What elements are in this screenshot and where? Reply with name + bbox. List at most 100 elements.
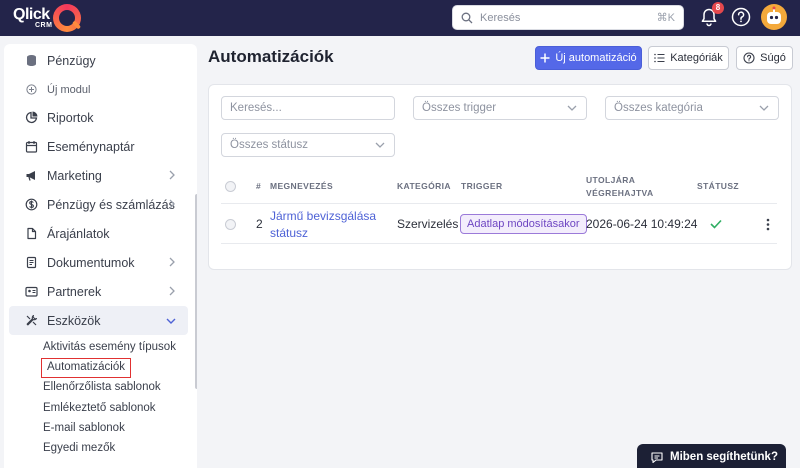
- help-circle-icon: [743, 52, 755, 64]
- sidebar-item-label: Partnerek: [47, 284, 102, 299]
- sidebar-subitem-automations[interactable]: Automatizációk: [41, 358, 131, 378]
- column-header-category[interactable]: KATEGÓRIA: [397, 180, 451, 193]
- user-avatar[interactable]: [761, 4, 787, 30]
- filter-status-select[interactable]: Összes státusz: [221, 133, 395, 157]
- chat-icon: [651, 451, 663, 463]
- row-checkbox[interactable]: [225, 219, 236, 230]
- chevron-right-icon: [169, 257, 175, 267]
- filter-trigger-value: Összes trigger: [422, 102, 497, 114]
- plus-icon: [540, 53, 550, 63]
- sidebar-item-label: Eszközök: [47, 313, 101, 328]
- app-logo[interactable]: Qlick CRM: [13, 4, 81, 32]
- page-title: Automatizációk: [208, 47, 334, 66]
- filter-category-select[interactable]: Összes kategória: [605, 96, 779, 120]
- money-icon: [24, 198, 38, 212]
- chevron-right-icon: [169, 286, 175, 296]
- chevron-right-icon: [169, 199, 175, 209]
- checkmark-icon: [710, 219, 722, 229]
- filter-search-placeholder: Keresés...: [230, 102, 282, 114]
- table-header-divider: [221, 203, 777, 204]
- sidebar-subitem-checklist-templates[interactable]: Ellenőrzőlista sablonok: [43, 377, 161, 397]
- column-header-name[interactable]: MEGNEVEZÉS: [270, 180, 333, 193]
- sidebar-subitem-reminder-templates[interactable]: Emlékeztető sablonok: [43, 398, 156, 418]
- top-bar: Qlick CRM ⌘K 8: [0, 0, 800, 36]
- document-icon: [24, 256, 38, 270]
- sidebar-item-label: Pénzügy: [47, 53, 96, 68]
- plus-circle-icon: [24, 83, 38, 97]
- categories-button[interactable]: Kategóriák: [648, 46, 729, 70]
- list-icon: [654, 53, 665, 63]
- help-button[interactable]: Súgó: [736, 46, 793, 70]
- select-all-checkbox[interactable]: [225, 181, 236, 192]
- logo-mark-icon: [52, 4, 81, 32]
- help-circle-icon[interactable]: [730, 6, 752, 28]
- column-header-trigger[interactable]: TRIGGER: [461, 180, 503, 193]
- sidebar-item-esemenynaptar[interactable]: Eseménynaptár: [4, 132, 188, 161]
- sidebar-item-penzugy[interactable]: Pénzügy: [4, 46, 188, 75]
- more-options-icon[interactable]: [766, 218, 770, 231]
- sidebar-item-label: Marketing: [47, 168, 102, 183]
- sidebar-item-dokumentumok[interactable]: Dokumentumok: [4, 248, 188, 277]
- sidebar-subitem-custom-fields[interactable]: Egyedi mezők: [43, 438, 115, 458]
- categories-label: Kategóriák: [670, 52, 723, 64]
- sidebar-item-penzugy-szamlazas[interactable]: Pénzügy és számlázás: [4, 190, 188, 219]
- column-header-last-run-line1: UTOLJÁRA: [586, 175, 636, 185]
- automation-name-line2: státusz: [270, 226, 309, 240]
- chevron-down-icon: [375, 142, 385, 148]
- filter-category-value: Összes kategória: [614, 102, 703, 114]
- filter-status-value: Összes státusz: [230, 139, 308, 151]
- row-number: 2: [256, 217, 263, 231]
- robot-avatar-icon: [767, 6, 781, 24]
- chevron-down-icon: [166, 318, 176, 324]
- file-icon: [24, 227, 38, 241]
- column-header-status[interactable]: STÁTUSZ: [697, 180, 739, 193]
- sidebar-item-label: Dokumentumok: [47, 255, 135, 270]
- global-search-input[interactable]: [480, 11, 630, 24]
- help-label: Súgó: [760, 52, 786, 64]
- chevron-down-icon: [759, 105, 769, 111]
- chevron-down-icon: [567, 105, 577, 111]
- sidebar-item-marketing[interactable]: Marketing: [4, 161, 188, 190]
- column-header-last-run[interactable]: UTOLJÁRA VÉGREHAJTVA: [586, 174, 654, 200]
- pie-chart-icon: [24, 111, 38, 125]
- table-row-divider: [221, 243, 777, 244]
- trigger-badge: Adatlap módosításakor: [460, 214, 587, 234]
- automation-name-link[interactable]: Jármű bevizsgálása státusz: [270, 208, 376, 242]
- sidebar-item-partnerek[interactable]: Partnerek: [4, 277, 188, 306]
- logo-text: Qlick: [13, 6, 50, 23]
- calendar-icon: [24, 140, 38, 154]
- id-card-icon: [24, 285, 38, 299]
- search-icon: [461, 12, 473, 23]
- new-automation-button[interactable]: Új automatizáció: [535, 46, 642, 70]
- sidebar-item-new-module[interactable]: Új modul: [4, 75, 188, 104]
- search-shortcut: ⌘K: [656, 12, 675, 24]
- sidebar-item-eszkozok[interactable]: Eszközök: [9, 306, 188, 335]
- help-chat-label: Miben segíthetünk?: [670, 451, 778, 463]
- global-search[interactable]: ⌘K: [452, 5, 684, 30]
- sidebar-scrollbar[interactable]: [195, 194, 197, 389]
- sidebar-item-label: Árajánlatok: [47, 226, 110, 241]
- filter-search-input[interactable]: Keresés...: [221, 96, 395, 120]
- sidebar: Pénzügy Új modul Riportok Eseménynaptár …: [4, 44, 197, 468]
- notification-badge: 8: [712, 2, 724, 14]
- megaphone-icon: [24, 169, 38, 183]
- sidebar-item-riportok[interactable]: Riportok: [4, 103, 188, 132]
- filter-trigger-select[interactable]: Összes trigger: [413, 96, 587, 120]
- column-header-number: #: [256, 181, 262, 191]
- database-icon: [24, 54, 38, 68]
- new-automation-label: Új automatizáció: [555, 52, 637, 64]
- row-last-run: 2026-06-24 10:49:24: [586, 217, 698, 231]
- sidebar-item-label: Új modul: [47, 83, 91, 96]
- tools-icon: [24, 314, 38, 328]
- column-header-last-run-line2: VÉGREHAJTVA: [586, 188, 654, 198]
- automation-name-line1: Jármű bevizsgálása: [270, 209, 377, 223]
- sidebar-item-label: Pénzügy és számlázás: [47, 197, 175, 212]
- sidebar-subitem-activity-types[interactable]: Aktivitás esemény típusok: [43, 337, 176, 357]
- sidebar-item-label: Eseménynaptár: [47, 139, 135, 154]
- chevron-right-icon: [169, 170, 175, 180]
- sidebar-item-arajanlatok[interactable]: Árajánlatok: [4, 219, 188, 248]
- row-category: Szervizelés: [397, 217, 459, 231]
- sidebar-item-label: Riportok: [47, 110, 94, 125]
- sidebar-subitem-email-templates[interactable]: E-mail sablonok: [43, 418, 125, 438]
- help-chat-button[interactable]: Miben segíthetünk?: [637, 444, 786, 468]
